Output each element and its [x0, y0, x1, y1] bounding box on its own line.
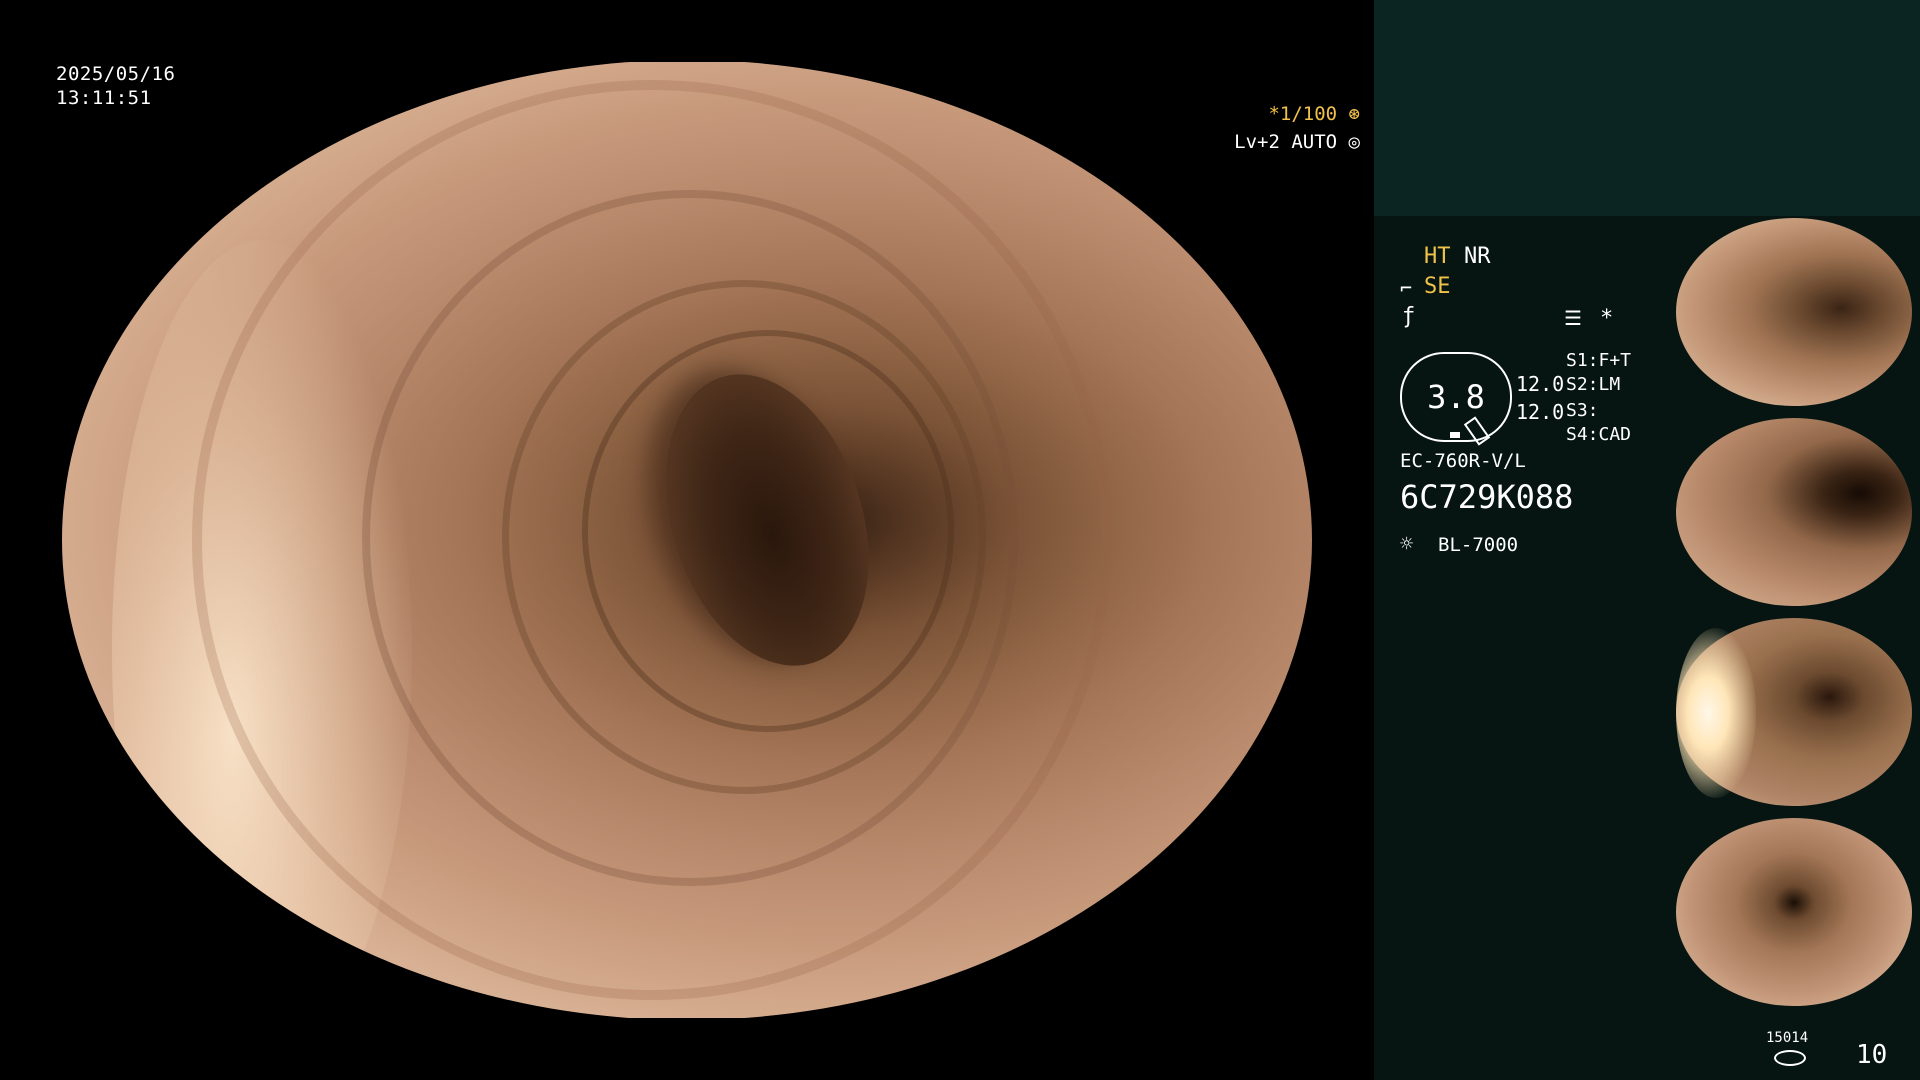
thumbnail-1[interactable]	[1670, 218, 1920, 408]
gauge-marker	[1450, 432, 1460, 438]
scope-model: EC-760R-V/L	[1400, 450, 1526, 472]
aperture-icon: ⊛	[1348, 103, 1360, 125]
thumbnail-3[interactable]	[1670, 618, 1920, 808]
s3-label: S3:	[1566, 400, 1599, 421]
exposure-indicators: *1/100 ⊛ Lv+2 AUTO ◎	[1234, 100, 1360, 156]
nr-label: NR	[1464, 244, 1491, 269]
value-1: 12.0	[1516, 372, 1565, 396]
shutter-text: *1/100	[1268, 103, 1338, 125]
s2-label: S2:LM	[1566, 374, 1621, 395]
light-source: BL-7000	[1438, 534, 1519, 556]
sun-icon: ☼	[1400, 532, 1414, 557]
endoscope-image	[62, 60, 1312, 1020]
endoscope-view	[0, 0, 1380, 1080]
structure-icon: ⌐	[1400, 276, 1413, 300]
settings-icon: ☰	[1564, 306, 1582, 330]
panel-header	[1374, 0, 1920, 216]
storage-icon	[1774, 1050, 1806, 1066]
image-count: 10	[1856, 1040, 1888, 1070]
magnification-gauge: 3.8	[1400, 352, 1512, 442]
scope-serial: 6C729K088	[1400, 478, 1574, 516]
s4-label: S4:CAD	[1566, 424, 1632, 445]
magnification-value: 3.8	[1427, 378, 1485, 416]
value-2: 12.0	[1516, 400, 1565, 424]
ht-label: HT	[1424, 244, 1451, 269]
thumbnail-4[interactable]	[1670, 818, 1920, 1008]
se-label: SE	[1424, 274, 1451, 299]
storage-count: 15014	[1766, 1030, 1809, 1046]
star-label: *	[1600, 306, 1614, 331]
color-mode-icon: ƒ	[1402, 304, 1416, 329]
s1-label: S1:F+T	[1566, 350, 1632, 371]
auto-exposure-icon: ◎	[1348, 131, 1360, 153]
level-text: Lv+2 AUTO	[1234, 131, 1338, 153]
thumbnail-2[interactable]	[1670, 418, 1920, 608]
